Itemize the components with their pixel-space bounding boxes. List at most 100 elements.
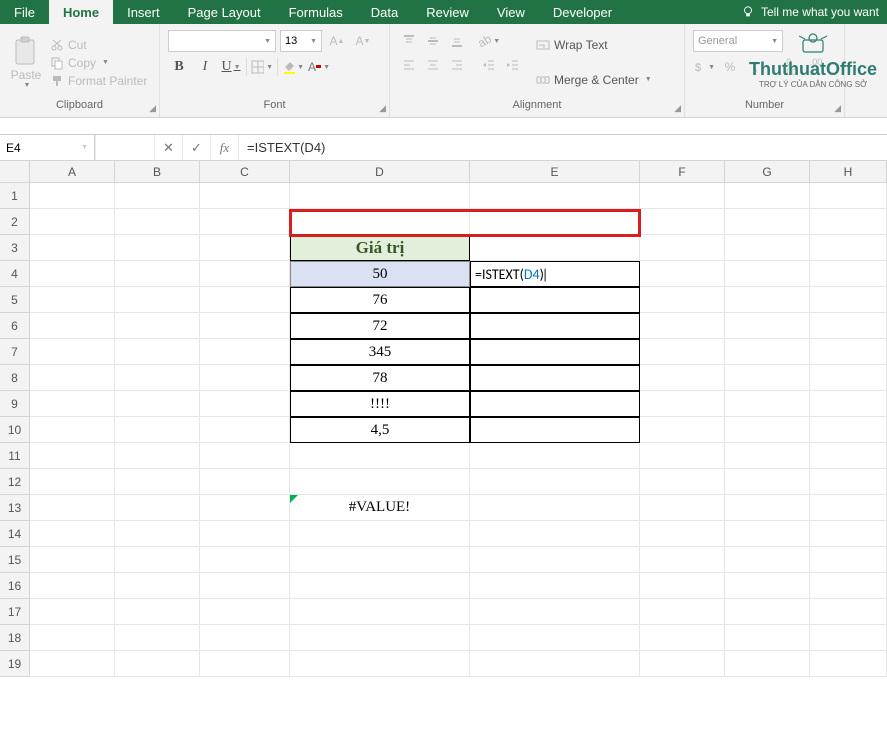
cell-G19[interactable] [725, 651, 810, 677]
cell-C7[interactable] [200, 339, 290, 365]
row-header-3[interactable]: 3 [0, 235, 30, 261]
row-header-15[interactable]: 15 [0, 547, 30, 573]
cell-A6[interactable] [30, 313, 115, 339]
cell-H10[interactable] [810, 417, 887, 443]
tab-insert[interactable]: Insert [113, 0, 174, 24]
cell-F1[interactable] [640, 183, 725, 209]
cell-G18[interactable] [725, 625, 810, 651]
cell-B15[interactable] [115, 547, 200, 573]
col-header-h[interactable]: H [810, 161, 887, 182]
cell-A16[interactable] [30, 573, 115, 599]
row-header-4[interactable]: 4 [0, 261, 30, 287]
cell-B6[interactable] [115, 313, 200, 339]
row-header-17[interactable]: 17 [0, 599, 30, 625]
cell-B5[interactable] [115, 287, 200, 313]
cell-B12[interactable] [115, 469, 200, 495]
cell-D7[interactable]: 345 [290, 339, 470, 365]
row-header-13[interactable]: 13 [0, 495, 30, 521]
row-header-9[interactable]: 9 [0, 391, 30, 417]
cell-F4[interactable] [640, 261, 725, 287]
cell-H17[interactable] [810, 599, 887, 625]
cell-F18[interactable] [640, 625, 725, 651]
cell-F7[interactable] [640, 339, 725, 365]
cell-C19[interactable] [200, 651, 290, 677]
cell-G2[interactable] [725, 209, 810, 235]
cell-C15[interactable] [200, 547, 290, 573]
cell-H18[interactable] [810, 625, 887, 651]
align-left-button[interactable] [398, 54, 420, 76]
font-size-combo[interactable]: 13▼ [280, 30, 322, 52]
cell-G3[interactable] [725, 235, 810, 261]
cell-A15[interactable] [30, 547, 115, 573]
cell-H13[interactable] [810, 495, 887, 521]
align-right-button[interactable] [446, 54, 468, 76]
cell-A2[interactable] [30, 209, 115, 235]
cell-G9[interactable] [725, 391, 810, 417]
tab-page-layout[interactable]: Page Layout [174, 0, 275, 24]
select-all-corner[interactable] [0, 161, 30, 182]
cell-E14[interactable] [470, 521, 640, 547]
cell-B18[interactable] [115, 625, 200, 651]
cell-F6[interactable] [640, 313, 725, 339]
cell-E12[interactable] [470, 469, 640, 495]
cell-C13[interactable] [200, 495, 290, 521]
col-header-d[interactable]: D [290, 161, 470, 182]
cell-E15[interactable] [470, 547, 640, 573]
font-name-combo[interactable]: ▼ [168, 30, 276, 52]
cell-G7[interactable] [725, 339, 810, 365]
cell-D17[interactable] [290, 599, 470, 625]
cell-C11[interactable] [200, 443, 290, 469]
tab-file[interactable]: File [0, 0, 49, 24]
cell-G13[interactable] [725, 495, 810, 521]
tab-review[interactable]: Review [412, 0, 483, 24]
tab-data[interactable]: Data [357, 0, 412, 24]
cell-D13[interactable]: #VALUE! [290, 495, 470, 521]
cell-D10[interactable]: 4,5 [290, 417, 470, 443]
col-header-b[interactable]: B [115, 161, 200, 182]
cell-C5[interactable] [200, 287, 290, 313]
percent-button[interactable]: % [719, 56, 741, 78]
col-header-e[interactable]: E [470, 161, 640, 182]
cell-H14[interactable] [810, 521, 887, 547]
cell-E11[interactable] [470, 443, 640, 469]
cell-C8[interactable] [200, 365, 290, 391]
cell-C3[interactable] [200, 235, 290, 261]
cell-H11[interactable] [810, 443, 887, 469]
cell-F9[interactable] [640, 391, 725, 417]
cell-B8[interactable] [115, 365, 200, 391]
paste-button[interactable]: Paste ▼ [6, 28, 46, 97]
cell-G11[interactable] [725, 443, 810, 469]
cell-B11[interactable] [115, 443, 200, 469]
cell-H4[interactable] [810, 261, 887, 287]
cell-D4[interactable]: 50 [290, 261, 470, 287]
cell-E6[interactable] [470, 313, 640, 339]
bold-button[interactable]: B [168, 56, 190, 78]
cell-B3[interactable] [115, 235, 200, 261]
cell-E1[interactable] [470, 183, 640, 209]
italic-button[interactable]: I [194, 56, 216, 78]
tab-developer[interactable]: Developer [539, 0, 626, 24]
align-middle-button[interactable] [422, 30, 444, 52]
row-header-7[interactable]: 7 [0, 339, 30, 365]
cell-H7[interactable] [810, 339, 887, 365]
cell-D19[interactable] [290, 651, 470, 677]
cell-H3[interactable] [810, 235, 887, 261]
cell-G14[interactable] [725, 521, 810, 547]
underline-button[interactable]: U▼ [220, 56, 242, 78]
cell-G10[interactable] [725, 417, 810, 443]
cell-A10[interactable] [30, 417, 115, 443]
cell-F14[interactable] [640, 521, 725, 547]
align-bottom-button[interactable] [446, 30, 468, 52]
cell-D12[interactable] [290, 469, 470, 495]
clipboard-launcher[interactable]: ◢ [149, 103, 156, 114]
cell-B4[interactable] [115, 261, 200, 287]
cell-D5[interactable]: 76 [290, 287, 470, 313]
cell-B9[interactable] [115, 391, 200, 417]
cell-F19[interactable] [640, 651, 725, 677]
cell-C18[interactable] [200, 625, 290, 651]
cell-G6[interactable] [725, 313, 810, 339]
cell-G17[interactable] [725, 599, 810, 625]
tab-view[interactable]: View [483, 0, 539, 24]
col-header-f[interactable]: F [640, 161, 725, 182]
cell-H1[interactable] [810, 183, 887, 209]
